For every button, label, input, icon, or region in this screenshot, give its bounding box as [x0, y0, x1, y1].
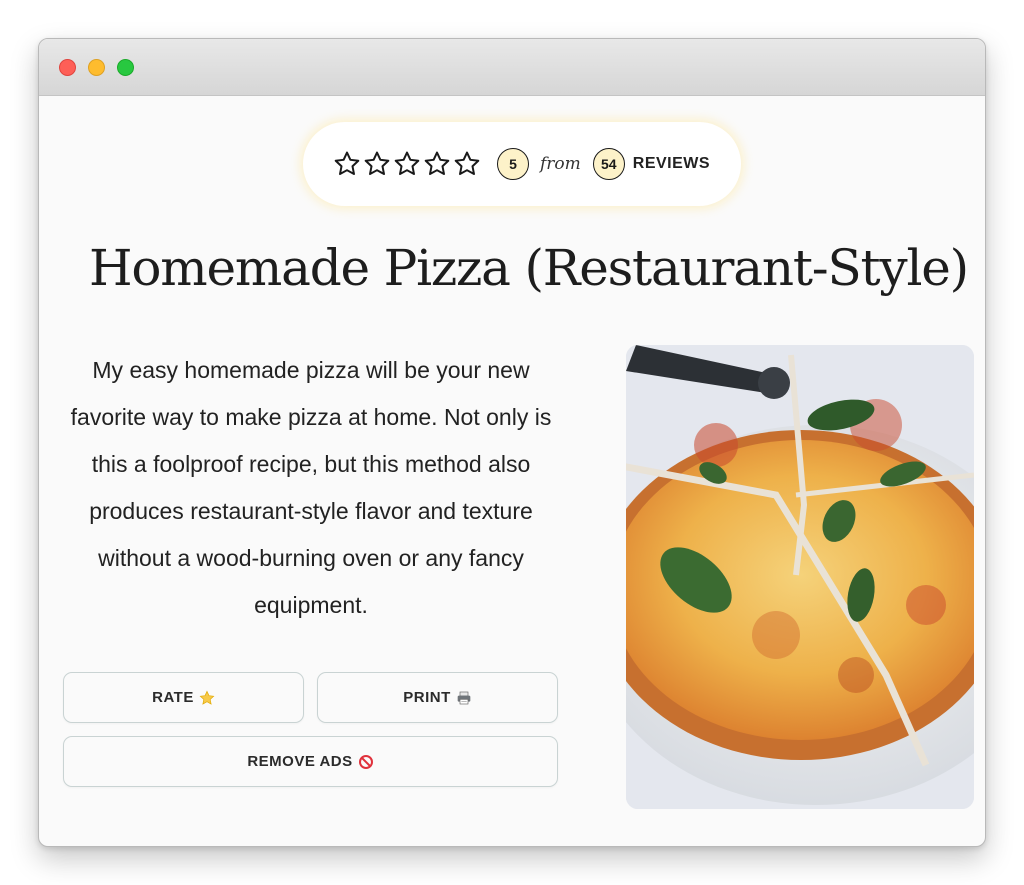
- from-label: from: [540, 154, 581, 174]
- rating-summary: 5 from 54 REVIEWS: [303, 122, 741, 206]
- review-count-badge: 54: [592, 148, 625, 180]
- rate-button-label: RATE: [152, 689, 194, 706]
- rate-button[interactable]: RATE: [63, 672, 304, 723]
- close-window-button[interactable]: [59, 59, 76, 76]
- window-titlebar: [39, 39, 985, 96]
- printer-icon: [457, 691, 471, 704]
- star-outline-icon[interactable]: [333, 150, 361, 178]
- star-rating[interactable]: [333, 150, 481, 178]
- zoom-window-button[interactable]: [117, 59, 134, 76]
- print-button[interactable]: PRINT: [317, 672, 558, 723]
- recipe-photo: [626, 345, 974, 809]
- recipe-title: Homemade Pizza (Restaurant-Style): [89, 239, 969, 297]
- prohibited-icon: [358, 754, 373, 769]
- rating-score-badge: 5: [497, 148, 529, 180]
- recipe-description: My easy homemade pizza will be your new …: [70, 357, 552, 618]
- remove-ads-button-label: REMOVE ADS: [247, 753, 353, 770]
- reviews-label: REVIEWS: [632, 155, 711, 172]
- minimize-window-button[interactable]: [88, 59, 105, 76]
- star-outline-icon[interactable]: [363, 150, 391, 178]
- star-outline-icon[interactable]: [423, 150, 451, 178]
- pizza-image: [626, 345, 974, 809]
- star-outline-icon[interactable]: [453, 150, 481, 178]
- star-outline-icon[interactable]: [393, 150, 421, 178]
- print-button-label: PRINT: [403, 689, 451, 706]
- remove-ads-button[interactable]: REMOVE ADS: [63, 736, 558, 787]
- browser-window: 5 from 54 REVIEWS Homemade Pizza (Restau…: [38, 38, 986, 847]
- star-icon: [199, 690, 215, 705]
